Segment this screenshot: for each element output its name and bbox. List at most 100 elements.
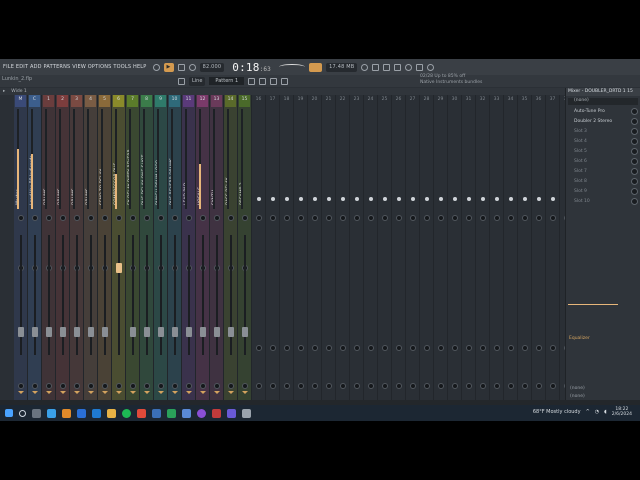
send-knob[interactable]: [87, 383, 94, 389]
add-pattern-icon[interactable]: [248, 77, 256, 85]
pan-knob[interactable]: [255, 215, 262, 221]
stereo-knob[interactable]: [479, 345, 486, 351]
mixer-strip[interactable]: 13SYNTH: [210, 95, 224, 400]
pan-knob[interactable]: [423, 215, 430, 221]
insert-led[interactable]: [270, 197, 275, 201]
slot-mix-knob[interactable]: [631, 187, 638, 195]
volume-fader-track[interactable]: [145, 235, 148, 355]
stereo-knob[interactable]: [493, 345, 500, 351]
send-knob[interactable]: [437, 383, 444, 389]
insert-led[interactable]: [312, 197, 317, 201]
route-arrow-icon[interactable]: [17, 391, 24, 394]
pan-knob[interactable]: [59, 215, 66, 221]
send-knob[interactable]: [521, 383, 528, 389]
mixer-strip[interactable]: 2DRUMS: [56, 95, 70, 400]
network-icon[interactable]: ◔: [595, 409, 599, 415]
stereo-knob[interactable]: [521, 345, 528, 351]
pan-knob[interactable]: [437, 215, 444, 221]
volume-fader-track[interactable]: [187, 235, 190, 355]
send-knob[interactable]: [171, 383, 178, 389]
task-view-icon[interactable]: [32, 408, 41, 418]
effect-slot[interactable]: Auto-Tune Pro: [568, 107, 638, 115]
volume-fader-track[interactable]: [229, 235, 232, 355]
stereo-knob[interactable]: [269, 345, 276, 351]
empty-insert-strip[interactable]: 24: [364, 95, 378, 400]
output-select-1[interactable]: (none): [570, 386, 585, 391]
send-knob[interactable]: [367, 383, 374, 389]
mixer-strip[interactable]: 8BUS DELAY ONE SHOT: [140, 95, 154, 400]
insert-led[interactable]: [284, 197, 289, 201]
pan-knob[interactable]: [129, 215, 136, 221]
mixer-strip[interactable]: 6COMPRESSOR BUS: [112, 95, 126, 400]
clock[interactable]: 18:22 2/6/2024: [612, 407, 632, 417]
empty-insert-strip[interactable]: 26: [392, 95, 406, 400]
route-arrow-icon[interactable]: [45, 391, 52, 394]
volume-fader-track[interactable]: [75, 235, 78, 355]
slot-mix-knob[interactable]: [631, 147, 638, 155]
route-arrow-icon[interactable]: [241, 391, 248, 394]
app-icon-7[interactable]: [242, 408, 251, 418]
empty-insert-strip[interactable]: 28: [420, 95, 434, 400]
pan-knob[interactable]: [17, 215, 24, 221]
mixer-strip[interactable]: 15PREAMP 2: [238, 95, 252, 400]
send-knob[interactable]: [31, 383, 38, 389]
send-knob[interactable]: [45, 383, 52, 389]
stereo-knob[interactable]: [297, 345, 304, 351]
empty-insert-strip[interactable]: 19: [294, 95, 308, 400]
route-arrow-icon[interactable]: [213, 391, 220, 394]
pan-knob[interactable]: [157, 215, 164, 221]
pan-knob[interactable]: [311, 215, 318, 221]
metronome-icon[interactable]: [361, 63, 369, 71]
effect-slot[interactable]: Slot 5: [568, 147, 638, 155]
pan-knob[interactable]: [297, 215, 304, 221]
stereo-knob[interactable]: [549, 345, 556, 351]
pan-knob[interactable]: [325, 215, 332, 221]
send-knob[interactable]: [339, 383, 346, 389]
insert-led[interactable]: [368, 197, 373, 201]
mixer-strip[interactable]: 11LEAD PAD: [182, 95, 196, 400]
piano-roll-icon[interactable]: [383, 63, 391, 71]
volume-fader-track[interactable]: [33, 235, 36, 355]
slot-mix-knob[interactable]: [631, 197, 638, 205]
send-knob[interactable]: [283, 383, 290, 389]
pan-knob[interactable]: [241, 215, 248, 221]
volume-fader-cap[interactable]: [45, 327, 52, 337]
send-knob[interactable]: [353, 383, 360, 389]
pan-knob[interactable]: [409, 215, 416, 221]
plugin-icon[interactable]: [427, 63, 435, 71]
spotify-icon[interactable]: [122, 408, 131, 418]
snap-select[interactable]: Line: [189, 76, 206, 86]
insert-led[interactable]: [340, 197, 345, 201]
route-arrow-icon[interactable]: [129, 391, 136, 394]
empty-insert-strip[interactable]: 21: [322, 95, 336, 400]
mixer-strip[interactable]: 10BUS REVERB DRUMS: [168, 95, 182, 400]
stereo-knob[interactable]: [339, 345, 346, 351]
mixer-strip[interactable]: 9PUNCH DRUM LOOP: [154, 95, 168, 400]
volume-fader-track[interactable]: [19, 235, 22, 355]
pattern-select[interactable]: Pattern 1: [209, 77, 245, 85]
empty-insert-strip[interactable]: 23: [350, 95, 364, 400]
volume-fader-cap[interactable]: [87, 327, 94, 337]
empty-insert-strip[interactable]: 37: [546, 95, 560, 400]
volume-fader-cap[interactable]: [143, 327, 150, 337]
effect-slot[interactable]: Slot 10: [568, 197, 638, 205]
stereo-knob[interactable]: [367, 345, 374, 351]
send-knob[interactable]: [73, 383, 80, 389]
send-knob[interactable]: [549, 383, 556, 389]
send-knob[interactable]: [227, 383, 234, 389]
route-arrow-icon[interactable]: [185, 391, 192, 394]
record-mode-icon[interactable]: [152, 63, 160, 71]
empty-insert-strip[interactable]: 18: [280, 95, 294, 400]
pan-knob[interactable]: [73, 215, 80, 221]
volume-fader-cap[interactable]: [185, 327, 192, 337]
help-icon[interactable]: [405, 63, 413, 71]
mixer-strip[interactable]: 3DRUMS: [70, 95, 84, 400]
volume-fader-cap[interactable]: [59, 327, 66, 337]
stereo-knob[interactable]: [255, 345, 262, 351]
app-icon-3[interactable]: [182, 408, 191, 418]
volume-fader-track[interactable]: [47, 235, 50, 355]
pan-knob[interactable]: [269, 215, 276, 221]
send-knob[interactable]: [115, 383, 122, 389]
volume-fader-cap[interactable]: [241, 327, 248, 337]
insert-led[interactable]: [424, 197, 429, 201]
